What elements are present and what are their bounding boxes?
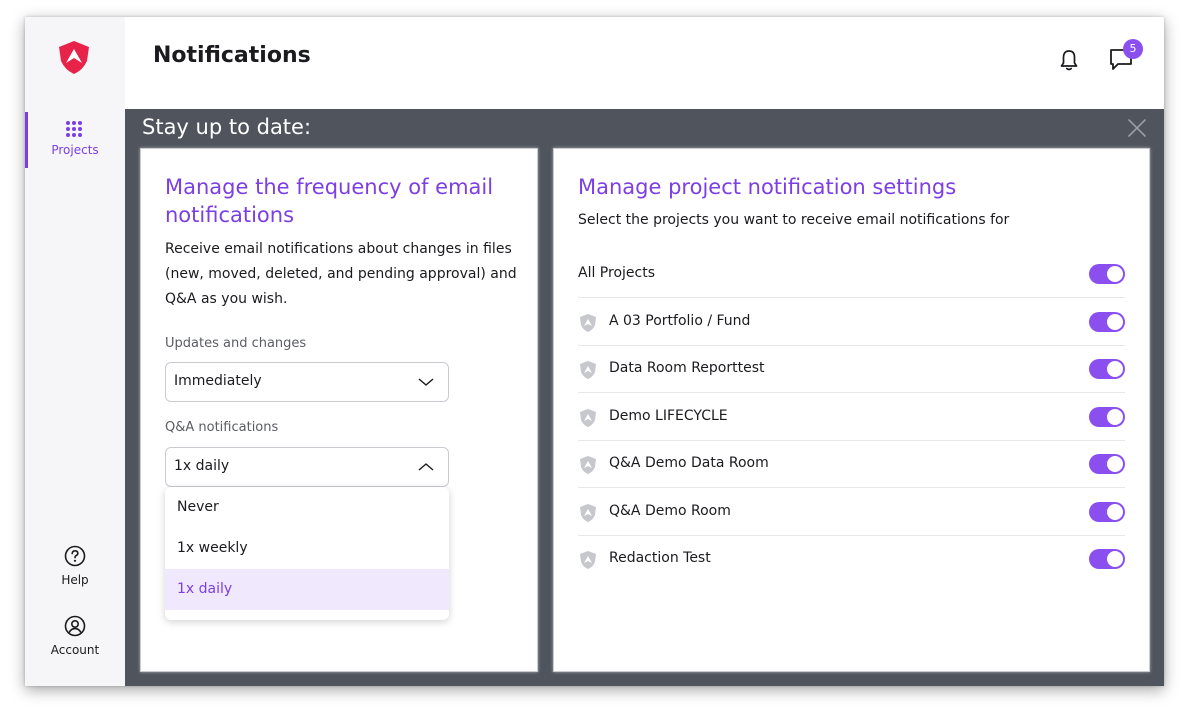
email-frequency-description: Receive email notifications about change…: [165, 241, 517, 307]
project-name: Q&A Demo Data Room: [609, 455, 769, 471]
project-toggle[interactable]: [1089, 359, 1125, 379]
project-name: Demo LIFECYCLE: [609, 408, 728, 424]
project-toggle[interactable]: [1089, 454, 1125, 474]
project-settings-heading: Manage project notification settings: [578, 175, 957, 199]
sidebar-item-account[interactable]: Account: [25, 613, 125, 661]
chevron-down-icon: [418, 378, 434, 386]
all-projects-label: All Projects: [578, 265, 655, 281]
page-title: Notifications: [153, 43, 311, 68]
qa-select-value: 1x daily: [174, 458, 230, 474]
project-settings-subtitle: Select the projects you want to receive …: [578, 212, 1010, 228]
project-toggle[interactable]: [1089, 549, 1125, 569]
updates-select-value: Immediately: [174, 373, 262, 389]
project-row: A 03 Portfolio / Fund: [578, 298, 1125, 346]
active-indicator: [25, 112, 28, 168]
project-row: Q&A Demo Data Room: [578, 440, 1125, 488]
bell-icon[interactable]: [1058, 48, 1080, 72]
account-icon: [64, 615, 86, 637]
project-name: Data Room Reporttest: [609, 360, 765, 376]
sidebar-item-projects[interactable]: Projects: [25, 112, 125, 168]
project-name: A 03 Portfolio / Fund: [609, 313, 751, 329]
project-shield-icon: [580, 361, 596, 379]
project-settings-card: Manage project notification settings Sel…: [553, 148, 1150, 672]
updates-label: Updates and changes: [165, 336, 307, 351]
email-frequency-card: Manage the frequency of email notificati…: [140, 148, 538, 672]
project-name: Q&A Demo Room: [609, 503, 731, 519]
sidebar-item-label: Projects: [51, 143, 99, 157]
grid-icon: [66, 121, 82, 137]
project-toggle[interactable]: [1089, 407, 1125, 427]
project-row: Data Room Reporttest: [578, 345, 1125, 393]
message-count-badge: 5: [1123, 39, 1143, 59]
sidebar-item-help[interactable]: Help: [25, 543, 125, 591]
sidebar: Projects Help Account: [25, 17, 125, 686]
notification-settings-panel: Stay up to date: Manage the frequency of…: [125, 109, 1164, 686]
help-icon: [64, 545, 86, 567]
dropdown-option-label: 1x daily: [177, 581, 233, 597]
project-shield-icon: [580, 409, 596, 427]
dropdown-option-label: Never: [177, 499, 219, 515]
dropdown-option-never[interactable]: Never: [165, 487, 449, 528]
all-projects-toggle[interactable]: [1089, 264, 1125, 284]
project-shield-icon: [580, 551, 596, 569]
header: Notifications 5: [125, 17, 1164, 109]
project-name: Redaction Test: [609, 550, 711, 566]
brand-logo-icon[interactable]: [56, 39, 92, 75]
dropdown-option-daily[interactable]: 1x daily: [165, 569, 449, 610]
qa-label: Q&A notifications: [165, 420, 279, 435]
all-projects-row: All Projects: [578, 250, 1125, 298]
panel-title: Stay up to date:: [142, 115, 312, 139]
project-row: Redaction Test: [578, 535, 1125, 582]
sidebar-item-label: Help: [61, 573, 89, 587]
chevron-up-icon: [418, 463, 434, 471]
project-toggle[interactable]: [1089, 312, 1125, 332]
sidebar-item-label: Account: [50, 643, 100, 657]
dropdown-option-weekly[interactable]: 1x weekly: [165, 528, 449, 569]
updates-select[interactable]: Immediately: [165, 362, 449, 402]
project-shield-icon: [580, 456, 596, 474]
qa-dropdown-menu: Never 1x weekly 1x daily: [165, 487, 449, 620]
dropdown-option-label: 1x weekly: [177, 540, 248, 556]
app-window: Projects Help Account Notifications 5 St…: [25, 17, 1164, 686]
project-shield-icon: [580, 504, 596, 522]
project-row: Q&A Demo Room: [578, 488, 1125, 536]
qa-select[interactable]: 1x daily: [165, 447, 449, 487]
project-toggle[interactable]: [1089, 502, 1125, 522]
email-frequency-heading: Manage the frequency of email notificati…: [165, 175, 494, 227]
close-icon[interactable]: [1127, 118, 1147, 138]
project-row: Demo LIFECYCLE: [578, 393, 1125, 441]
project-shield-icon: [580, 314, 596, 332]
